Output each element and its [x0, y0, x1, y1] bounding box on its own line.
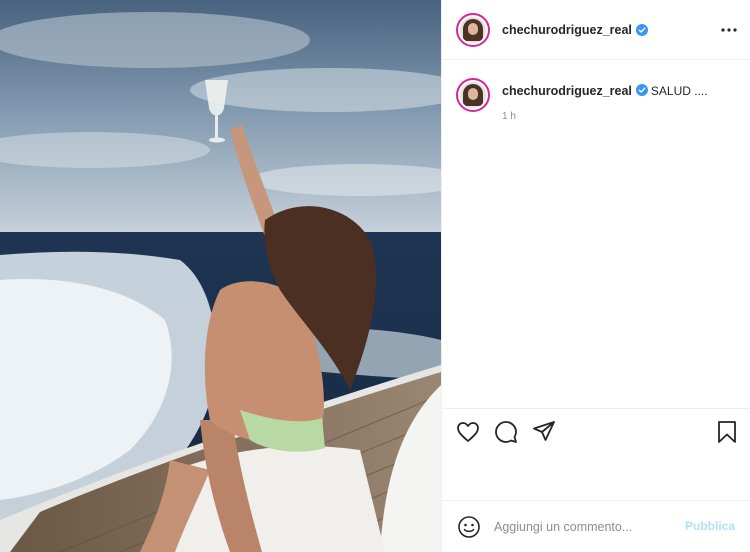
comment-icon[interactable] — [493, 419, 519, 445]
verified-badge-icon — [635, 23, 648, 36]
publish-button[interactable]: Pubblica — [685, 519, 735, 533]
post-timestamp[interactable]: 1 h — [502, 111, 708, 122]
post-sidebar: chechurodriguez_real chechurodriguez_rea… — [441, 0, 750, 552]
post-actions — [442, 408, 750, 454]
post-header: chechurodriguez_real — [442, 0, 750, 60]
author-username[interactable]: chechurodriguez_real — [502, 23, 632, 37]
author-avatar[interactable] — [456, 12, 490, 47]
caption-username[interactable]: chechurodriguez_real — [502, 84, 632, 98]
comment-input[interactable] — [494, 517, 664, 537]
photo-illustration — [0, 0, 441, 552]
caption-body: SALUD .... — [650, 84, 708, 98]
heart-icon[interactable] — [455, 419, 481, 445]
more-options-icon[interactable] — [719, 20, 739, 40]
instagram-post: chechurodriguez_real chechurodriguez_rea… — [0, 0, 750, 552]
caption-line: chechurodriguez_real SALUD .... — [502, 84, 708, 98]
post-photo[interactable] — [0, 0, 441, 552]
verified-badge-icon — [635, 84, 648, 96]
comment-bar: Pubblica — [442, 500, 750, 552]
caption-avatar[interactable] — [456, 78, 490, 112]
emoji-icon[interactable] — [456, 514, 482, 540]
post-caption: chechurodriguez_real SALUD .... 1 h — [456, 78, 746, 122]
bookmark-icon[interactable] — [714, 419, 740, 445]
share-icon[interactable] — [531, 419, 557, 445]
caption-text-block: chechurodriguez_real SALUD .... 1 h — [502, 78, 708, 122]
